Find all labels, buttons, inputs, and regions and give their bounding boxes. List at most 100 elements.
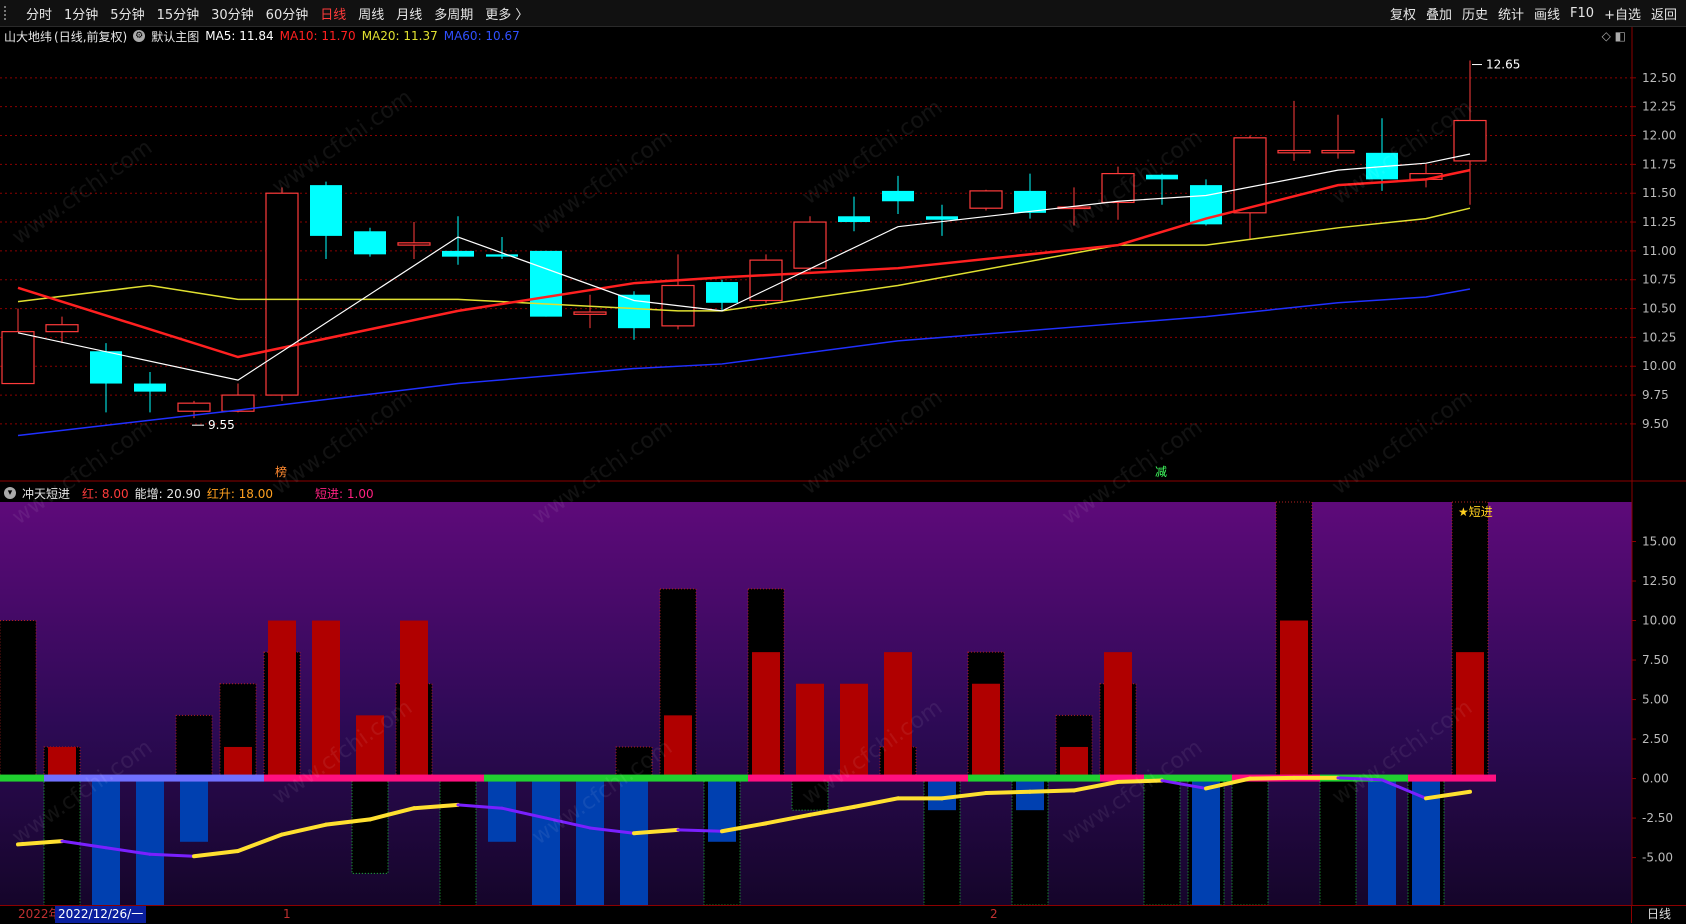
main-y-tick-label: 12.00 — [1642, 129, 1676, 143]
indicator-red-bar — [312, 620, 340, 779]
main-y-tick-label: 10.50 — [1642, 302, 1676, 316]
main-y-tick-label: 11.50 — [1642, 186, 1676, 200]
main-price-chart[interactable]: 9.50 9.75 10.00 10.25 10.50 10.75 11.00 11.25 11… — [0, 27, 1686, 482]
indicator-signal-band — [748, 774, 792, 782]
indicator-red-bar — [664, 715, 692, 779]
indicator-signal-band — [1012, 774, 1056, 782]
period-indicator[interactable]: 日线 — [1631, 906, 1686, 923]
diamond-icon[interactable]: ◇ — [1602, 29, 1611, 43]
month-mark-1: 1 — [283, 907, 291, 921]
main-y-tick-label: 10.25 — [1642, 330, 1676, 344]
toolbar-grip-icon[interactable] — [4, 6, 16, 20]
tab-period-monthly[interactable]: 月线 — [390, 4, 428, 23]
indicator-red-bar — [1456, 652, 1484, 779]
chart-window-controls: ◇ ◧ — [1602, 29, 1626, 43]
indicator-signal-band — [440, 774, 484, 782]
tab-period-30min[interactable]: 30分钟 — [205, 4, 260, 23]
main-y-tick-label: 12.50 — [1642, 71, 1676, 85]
sub-y-tick-label: 2.50 — [1642, 732, 1669, 746]
red-rise-value: 红升: 18.00 — [206, 486, 274, 501]
candle-down — [310, 185, 342, 236]
indicator-signal-band — [792, 774, 836, 782]
main-y-tick-label: 10.75 — [1642, 273, 1676, 287]
tab-period-daily[interactable]: 日线 — [314, 4, 352, 23]
candle-up — [749, 259, 783, 302]
indicator-signal-band — [88, 774, 132, 782]
indicator-red-bar — [356, 715, 384, 779]
template-name[interactable]: 默认主图 — [151, 28, 199, 45]
indicator-signal-band — [0, 774, 44, 782]
chevron-down-icon[interactable]: ▾ — [4, 487, 16, 499]
indicator-trend-line — [984, 789, 1032, 796]
indicator-neg-outline-bar — [791, 778, 829, 811]
back-button[interactable]: 返回 — [1646, 4, 1682, 23]
f10-button[interactable]: F10 — [1565, 6, 1599, 21]
draw-line-button[interactable]: 画线 — [1529, 4, 1565, 23]
indicator-chart[interactable]: -5.00 -2.50 0.00 2.50 5.00 7.50 10.00 12.50 15.0… — [0, 482, 1686, 924]
indicator-blue-bar — [1192, 778, 1220, 905]
indicator-signal-band — [616, 774, 660, 782]
tab-period-fenshi[interactable]: 分时 — [20, 4, 58, 23]
candle-up — [969, 190, 1003, 209]
indicator-neg-outline-bar — [1319, 778, 1357, 924]
tab-period-more[interactable]: 更多 〉 — [479, 4, 534, 23]
indicator-signal-band — [572, 774, 616, 782]
short-in-value: 短进: 1.00 — [315, 486, 374, 501]
main-y-tick-label: 11.00 — [1642, 244, 1676, 258]
indicator-blue-bar — [1016, 778, 1044, 811]
event-marker-right: 减 — [1155, 465, 1167, 479]
candle-up — [1321, 149, 1355, 154]
indicator-signal-band — [1408, 774, 1452, 782]
indicator-red-bar — [400, 620, 428, 779]
indicator-neg-outline-bar — [1143, 778, 1181, 906]
tab-period-weekly[interactable]: 周线 — [352, 4, 390, 23]
template-settings-icon[interactable]: ⚙ — [133, 30, 146, 42]
indicator-red-bar — [1060, 746, 1088, 779]
candle-down — [882, 190, 914, 202]
tab-period-1min[interactable]: 1分钟 — [58, 4, 104, 23]
tab-period-60min[interactable]: 60分钟 — [260, 4, 315, 23]
candle-down — [134, 383, 166, 392]
indicator-neg-outline-bar — [439, 778, 477, 924]
indicator-signal-band — [880, 774, 924, 782]
candle-down — [90, 351, 122, 384]
sub-y-tick-label: -2.50 — [1642, 811, 1673, 825]
candle-down — [1014, 190, 1046, 213]
cursor-date: 2022/12/26/一 — [55, 906, 147, 923]
sub-y-tick-label: 0.00 — [1642, 772, 1669, 786]
maximize-icon[interactable]: ◧ — [1615, 29, 1626, 43]
indicator-trend-line — [148, 852, 196, 858]
candle-up — [1, 331, 35, 385]
indicator-signal-band — [176, 774, 220, 782]
overlay-button[interactable]: 叠加 — [1421, 4, 1457, 23]
main-y-tick-label: 9.75 — [1642, 388, 1669, 402]
add-watchlist-button[interactable]: +自选 — [1599, 4, 1646, 23]
main-y-tick-label: 11.25 — [1642, 215, 1676, 229]
indicator-neg-outline-bar — [1231, 778, 1269, 906]
indicator-red-bar — [1104, 652, 1132, 779]
ma5-value: MA5: 11.84 — [205, 29, 274, 43]
main-y-tick-label: 9.50 — [1642, 417, 1669, 431]
main-y-tick-label: 11.75 — [1642, 157, 1676, 171]
candle-down — [530, 250, 562, 317]
indicator-trend-line — [676, 828, 724, 833]
tab-period-5min[interactable]: 5分钟 — [104, 4, 150, 23]
main-bg — [0, 27, 1686, 482]
history-button[interactable]: 历史 — [1457, 4, 1493, 23]
indicator-outline-bar — [615, 746, 653, 780]
high-price-label: 12.65 — [1486, 58, 1520, 72]
red-value: 红: 8.00 — [82, 486, 129, 501]
stats-button[interactable]: 统计 — [1493, 4, 1529, 23]
candle-up — [1233, 137, 1267, 214]
sub-y-tick-label: -5.00 — [1642, 851, 1673, 865]
low-price-label: 9.55 — [208, 418, 235, 432]
tab-period-15min[interactable]: 15分钟 — [151, 4, 206, 23]
candle-down — [354, 231, 386, 255]
indicator-signal-band — [264, 774, 308, 782]
date-axis-bar: 2022年 2022/12/26/一 1 2 日线 — [0, 905, 1686, 924]
indicator-name[interactable]: 冲天短进 — [22, 485, 70, 502]
sub-y-tick-label: 7.50 — [1642, 653, 1669, 667]
tab-period-multi[interactable]: 多周期 — [428, 4, 479, 23]
adjust-button[interactable]: 复权 — [1385, 4, 1421, 23]
candle-down — [926, 216, 958, 220]
